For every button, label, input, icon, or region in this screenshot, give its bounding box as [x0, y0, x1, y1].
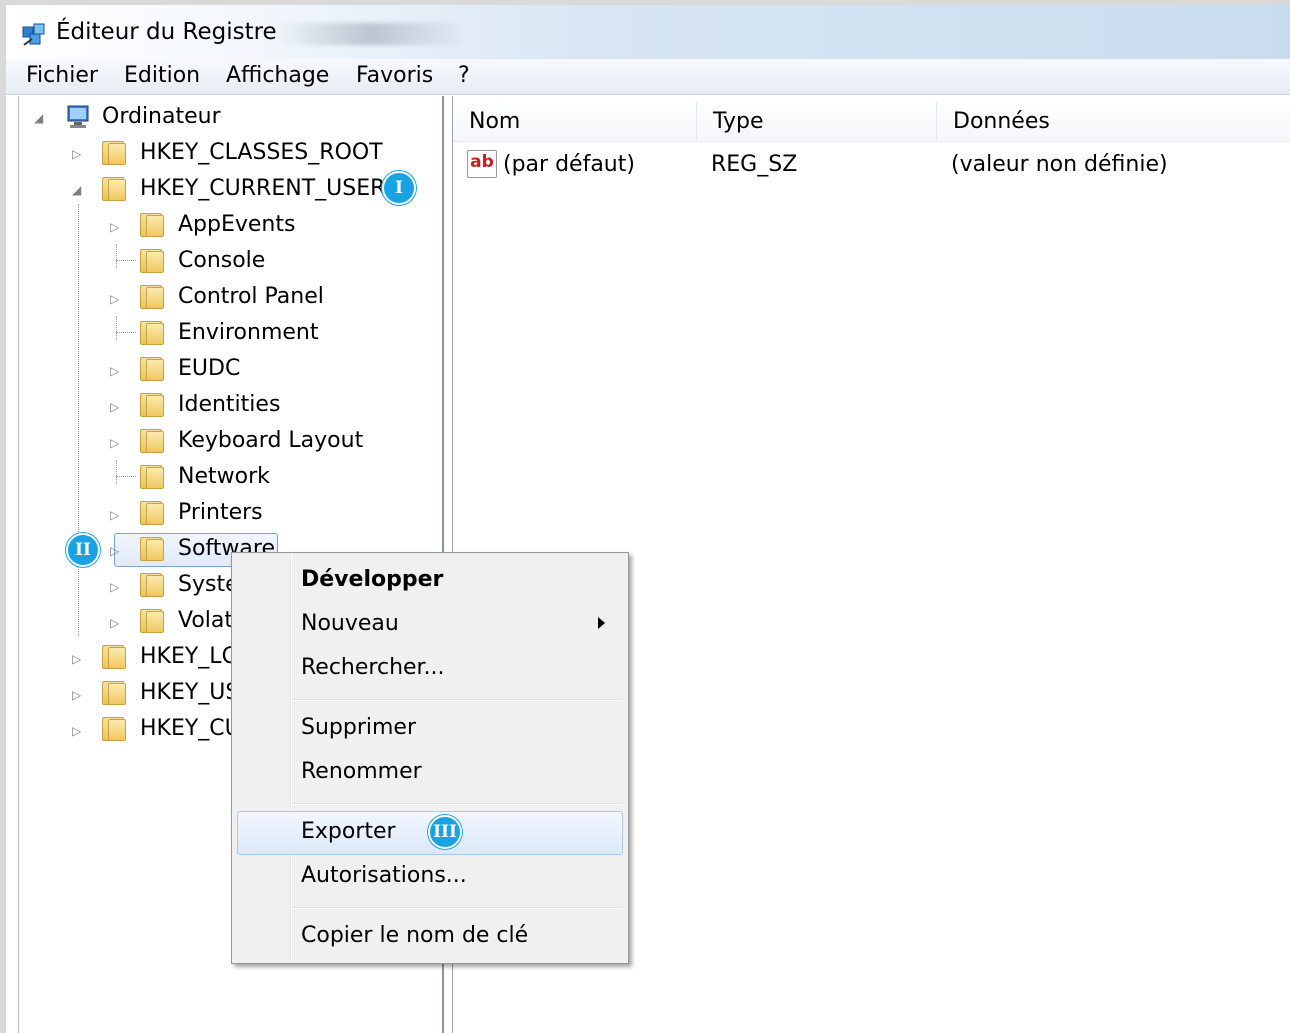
tree-label: Console	[178, 248, 266, 273]
folder-open-icon	[100, 177, 128, 201]
menu-item-rechercher[interactable]: Rechercher...	[301, 655, 445, 680]
value-data: (valeur non définie)	[951, 152, 1168, 177]
menu-bar: Fichier Edition Affichage Favoris ?	[6, 59, 1290, 95]
expand-arrow-icon[interactable]: ▷	[110, 354, 119, 388]
tree-label: HKEY_CLASSES_ROOT	[140, 140, 383, 165]
tree-line	[116, 244, 117, 268]
annotation-badge-3: III	[428, 815, 462, 849]
title-bar: Éditeur du Registre	[6, 5, 1290, 59]
blurred-title-fragment	[276, 23, 466, 45]
menu-separator	[292, 699, 622, 701]
expand-arrow-icon[interactable]: ▷	[110, 570, 119, 604]
value-type: REG_SZ	[711, 152, 798, 177]
tree-line	[116, 460, 117, 484]
tree-label: HKEY_LC	[140, 644, 237, 669]
ab-string-icon: ab	[467, 150, 497, 178]
expand-arrow-icon[interactable]: ▷	[110, 282, 119, 316]
expand-arrow-icon[interactable]: ▷	[110, 426, 119, 460]
menu-separator	[292, 907, 622, 909]
expand-arrow-icon[interactable]: ▷	[110, 498, 119, 532]
tree-line	[116, 332, 136, 333]
menu-separator	[292, 803, 622, 805]
menu-item-developper[interactable]: Développer	[301, 567, 443, 592]
folder-icon	[138, 393, 166, 417]
tree-label: EUDC	[178, 356, 241, 381]
tree-label: AppEvents	[178, 212, 296, 237]
computer-icon	[67, 105, 89, 128]
menu-icon-gutter	[290, 555, 292, 961]
tree-label: HKEY_CURRENT_USER	[140, 176, 386, 201]
folder-icon	[100, 681, 128, 705]
column-header-name[interactable]: Nom	[453, 102, 697, 142]
window-title: Éditeur du Registre	[56, 19, 277, 45]
collapse-arrow-icon[interactable]: ◢	[72, 173, 81, 207]
folder-icon	[138, 609, 166, 633]
folder-icon	[138, 357, 166, 381]
registry-editor-icon	[22, 23, 45, 46]
menu-affichage[interactable]: Affichage	[226, 63, 329, 88]
expand-arrow-icon[interactable]: ▷	[72, 137, 81, 171]
expand-arrow-icon[interactable]: ▷	[110, 390, 119, 424]
folder-icon	[138, 537, 166, 561]
expand-arrow-icon[interactable]: ▷	[110, 210, 119, 244]
tree-label: Printers	[178, 500, 263, 525]
folder-icon	[138, 501, 166, 525]
folder-icon	[138, 285, 166, 309]
tree-line	[116, 260, 136, 261]
menu-item-supprimer[interactable]: Supprimer	[301, 715, 416, 740]
folder-icon	[100, 645, 128, 669]
context-menu: Développer Nouveau Rechercher... Supprim…	[231, 552, 629, 964]
expand-arrow-icon[interactable]: ▷	[110, 606, 119, 640]
folder-icon	[100, 717, 128, 741]
tree-line	[116, 316, 117, 340]
menu-item-copier-nom-cle[interactable]: Copier le nom de clé	[301, 923, 528, 948]
annotation-badge-2: II	[66, 533, 100, 567]
tree-label: HKEY_CU	[140, 716, 241, 741]
folder-icon	[138, 321, 166, 345]
tree-label: Volat	[178, 608, 234, 633]
window-frame-left	[0, 0, 6, 1033]
collapse-arrow-icon[interactable]: ◢	[34, 101, 43, 135]
menu-item-autorisations[interactable]: Autorisations...	[301, 863, 467, 888]
annotation-badge-1: I	[382, 171, 416, 205]
value-name[interactable]: (par défaut)	[503, 148, 635, 182]
submenu-arrow-icon	[598, 617, 605, 629]
folder-icon	[138, 465, 166, 489]
expand-arrow-icon[interactable]: ▷	[72, 642, 81, 676]
menu-fichier[interactable]: Fichier	[26, 63, 98, 88]
column-header-type[interactable]: Type	[697, 102, 937, 142]
menu-favoris[interactable]: Favoris	[356, 63, 433, 88]
tree-line	[78, 204, 79, 636]
folder-icon	[138, 429, 166, 453]
folder-icon	[138, 213, 166, 237]
menu-help[interactable]: ?	[458, 63, 470, 88]
menu-item-exporter[interactable]: Exporter	[301, 819, 396, 844]
menu-item-renommer[interactable]: Renommer	[301, 759, 422, 784]
tree-label: HKEY_US	[140, 680, 240, 705]
expand-arrow-icon[interactable]: ▷	[110, 534, 119, 568]
tree-label: Ordinateur	[102, 104, 221, 129]
tree-label: Control Panel	[178, 284, 324, 309]
tree-label: Syste	[178, 572, 239, 597]
tree-label: Network	[178, 464, 270, 489]
folder-icon	[138, 249, 166, 273]
column-header-data[interactable]: Données	[937, 102, 1290, 142]
folder-icon	[100, 141, 128, 165]
expand-arrow-icon[interactable]: ▷	[72, 714, 81, 748]
menu-edition[interactable]: Edition	[124, 63, 200, 88]
tree-label: Identities	[178, 392, 281, 417]
menu-item-nouveau[interactable]: Nouveau	[301, 611, 399, 636]
tree-label: Keyboard Layout	[178, 428, 364, 453]
tree-line	[116, 476, 136, 477]
expand-arrow-icon[interactable]: ▷	[72, 678, 81, 712]
folder-icon	[138, 573, 166, 597]
tree-label: Environment	[178, 320, 319, 345]
